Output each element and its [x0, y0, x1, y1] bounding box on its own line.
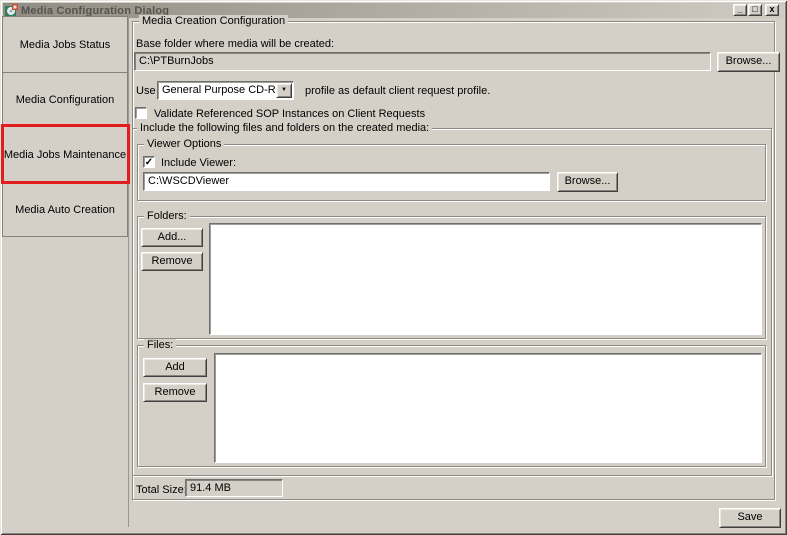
sidebar-item-media-configuration[interactable]: Media Configuration: [2, 72, 128, 127]
profile-suffix-label: profile as default client request profil…: [305, 85, 490, 97]
minimize-button[interactable]: _: [733, 4, 747, 16]
viewer-path-field[interactable]: C:\WSCDViewer: [143, 172, 550, 191]
maximize-button[interactable]: □: [748, 4, 762, 16]
remove-folder-button[interactable]: Remove: [141, 252, 203, 271]
include-viewer-checkbox[interactable]: ✓: [143, 156, 155, 168]
sidebar-divider: [128, 16, 129, 527]
total-size-value: 91.4 MB: [185, 479, 283, 497]
files-list[interactable]: [214, 353, 762, 463]
viewer-options-title: Viewer Options: [144, 138, 224, 150]
use-label: Use: [136, 85, 156, 97]
sidebar-item-media-jobs-maintenance[interactable]: Media Jobs Maintenance: [2, 126, 128, 184]
total-size-label: Total Size:: [136, 484, 187, 496]
remove-file-button[interactable]: Remove: [143, 383, 207, 402]
base-folder-browse-button[interactable]: Browse...: [717, 52, 780, 72]
folders-title: Folders:: [144, 210, 190, 222]
media-configuration-dialog: Media Configuration Dialog _ □ x Media J…: [0, 0, 787, 535]
viewer-browse-button[interactable]: Browse...: [557, 172, 618, 192]
folders-list[interactable]: [209, 223, 762, 335]
files-title: Files:: [144, 339, 176, 351]
base-folder-field[interactable]: C:\PTBurnJobs: [134, 52, 711, 71]
save-button[interactable]: Save: [719, 508, 781, 528]
group-title: Media Creation Configuration: [139, 15, 288, 27]
profile-selected-value: General Purpose CD-R: [162, 83, 276, 98]
include-viewer-label: Include Viewer:: [161, 157, 236, 169]
sidebar-item-media-jobs-status[interactable]: Media Jobs Status: [2, 16, 128, 73]
validate-sop-label: Validate Referenced SOP Instances on Cli…: [154, 108, 425, 120]
add-folder-button[interactable]: Add...: [141, 228, 203, 247]
profile-select[interactable]: General Purpose CD-R ▼: [157, 81, 294, 100]
chevron-down-icon[interactable]: ▼: [276, 83, 292, 98]
include-media-group-title: Include the following files and folders …: [137, 122, 432, 134]
validate-sop-checkbox[interactable]: [135, 107, 147, 119]
base-folder-label: Base folder where media will be created:: [136, 38, 334, 50]
sidebar-item-media-auto-creation[interactable]: Media Auto Creation: [2, 183, 128, 237]
close-button[interactable]: x: [765, 4, 779, 16]
add-file-button[interactable]: Add: [143, 358, 207, 377]
check-icon: ✓: [145, 157, 153, 168]
